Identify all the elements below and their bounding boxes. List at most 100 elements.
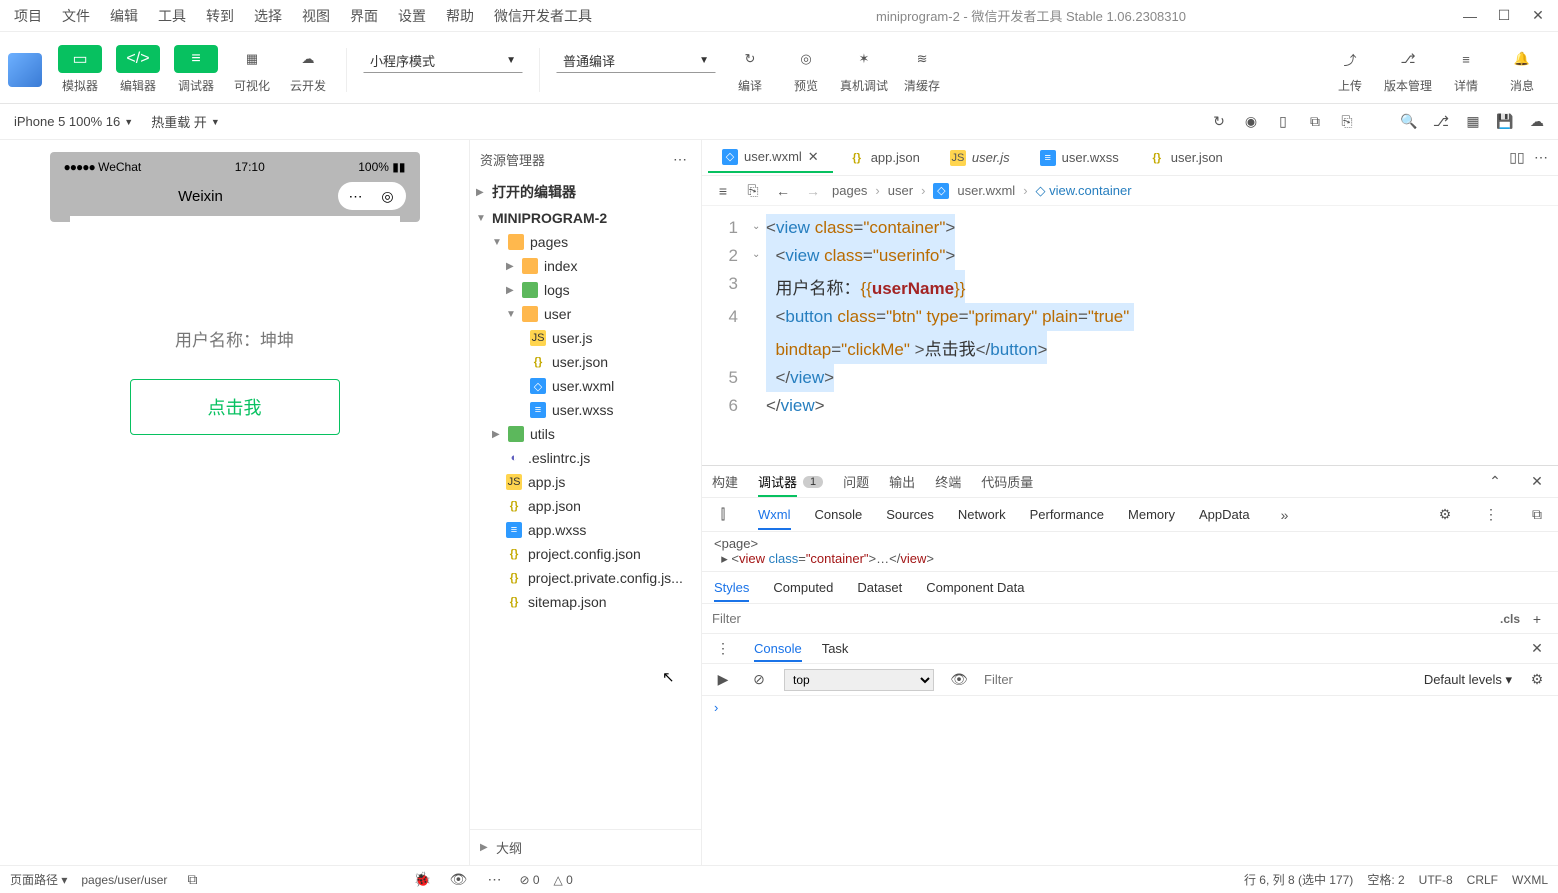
file-app-json[interactable]: {}app.json xyxy=(470,494,701,518)
file-user-wxss[interactable]: ≡user.wxss xyxy=(470,398,701,422)
tab-output[interactable]: 输出 xyxy=(889,472,915,491)
compile-button[interactable]: ↻编译 xyxy=(722,45,778,94)
file-sitemap[interactable]: {}sitemap.json xyxy=(470,590,701,614)
task-tab[interactable]: Task xyxy=(822,641,849,656)
devtab-memory[interactable]: Memory xyxy=(1128,507,1175,522)
close-icon[interactable]: ✕ xyxy=(1526,471,1548,493)
eol[interactable]: CRLF xyxy=(1467,873,1498,887)
file-user-js[interactable]: JSuser.js xyxy=(470,326,701,350)
overflow-icon[interactable]: » xyxy=(1274,504,1296,526)
mode-select[interactable]: 小程序模式▼ xyxy=(363,48,523,73)
dataset-tab[interactable]: Dataset xyxy=(857,580,902,595)
console-tab[interactable]: Console xyxy=(754,641,802,662)
clipboard-icon[interactable]: ⎘ xyxy=(1336,111,1358,133)
style-filter-input[interactable] xyxy=(712,611,1500,626)
visualize-toggle[interactable]: ▦可视化 xyxy=(224,45,280,94)
menu-interface[interactable]: 界面 xyxy=(342,2,386,30)
encoding[interactable]: UTF-8 xyxy=(1419,873,1453,887)
file-app-wxss[interactable]: ≡app.wxss xyxy=(470,518,701,542)
file-user-json[interactable]: {}user.json xyxy=(470,350,701,374)
devtab-appdata[interactable]: AppData xyxy=(1199,507,1250,522)
inspect-icon[interactable]: ⫿ xyxy=(712,504,734,526)
project-root[interactable]: ▼MINIPROGRAM-2 xyxy=(470,206,701,230)
folder-user[interactable]: ▼user xyxy=(470,302,701,326)
refresh-icon[interactable]: ↻ xyxy=(1208,111,1230,133)
devtab-console[interactable]: Console xyxy=(815,507,863,522)
tab-user-js[interactable]: JSuser.js xyxy=(936,144,1024,172)
open-editors-section[interactable]: ▶打开的编辑器 xyxy=(470,178,701,206)
close-button[interactable]: ✕ xyxy=(1530,8,1546,24)
page-path[interactable]: pages/user/user xyxy=(81,873,167,887)
context-select[interactable]: top xyxy=(784,669,934,691)
more-icon[interactable]: ⋯ xyxy=(483,869,505,891)
hotreload-select[interactable]: 热重载 开▼ xyxy=(147,110,224,133)
menu-goto[interactable]: 转到 xyxy=(198,2,242,30)
log-levels[interactable]: Default levels ▾ xyxy=(1424,672,1512,688)
code-editor[interactable]: 1⌄<view class="container"> 2⌄ <view clas… xyxy=(702,206,1558,465)
avatar[interactable] xyxy=(8,53,42,87)
file-app-js[interactable]: JSapp.js xyxy=(470,470,701,494)
close-icon[interactable]: ✕ xyxy=(808,149,819,165)
crumb-file[interactable]: user.wxml xyxy=(957,183,1015,198)
cloud-button[interactable]: ☁云开发 xyxy=(280,45,336,94)
clear-cache-button[interactable]: ≋清缓存 xyxy=(894,45,950,94)
dock-icon[interactable]: ⧉ xyxy=(1526,504,1548,526)
eye-icon[interactable]: 👁 xyxy=(948,669,970,691)
real-device-button[interactable]: ✶真机调试 xyxy=(834,45,894,94)
file-project-config[interactable]: {}project.config.json xyxy=(470,542,701,566)
crumb-symbol[interactable]: ◇ view.container xyxy=(1036,183,1132,199)
tab-user-wxss[interactable]: ≡user.wxss xyxy=(1026,144,1133,172)
branch-icon[interactable]: ⎇ xyxy=(1430,111,1452,133)
tab-quality[interactable]: 代码质量 xyxy=(981,472,1033,491)
more-icon[interactable]: ⋯ xyxy=(669,148,691,170)
tab-issues[interactable]: 问题 xyxy=(843,472,869,491)
tab-user-wxml[interactable]: ◇user.wxml✕ xyxy=(708,143,833,173)
split-editor-icon[interactable]: ▯▯ xyxy=(1506,147,1528,169)
tab-user-json[interactable]: {}user.json xyxy=(1135,144,1237,172)
maximize-button[interactable]: ☐ xyxy=(1496,8,1512,24)
device-icon[interactable]: ▯ xyxy=(1272,111,1294,133)
close-icon[interactable]: ✕ xyxy=(1526,638,1548,660)
computed-tab[interactable]: Computed xyxy=(773,580,833,595)
file-eslintrc[interactable]: ◐.eslintrc.js xyxy=(470,446,701,470)
tab-debugger[interactable]: 调试器 xyxy=(758,472,797,497)
target-icon[interactable]: ◎ xyxy=(378,186,398,206)
page-path-label[interactable]: 页面路径 ▾ xyxy=(10,871,67,888)
folder-pages[interactable]: ▼pages xyxy=(470,230,701,254)
play-icon[interactable]: ▶ xyxy=(712,669,734,691)
more-icon[interactable]: ⋯ xyxy=(1530,147,1552,169)
cursor-position[interactable]: 行 6, 列 8 (选中 177) xyxy=(1244,871,1353,888)
list-icon[interactable]: ≡ xyxy=(712,180,734,202)
wxml-tree[interactable]: <page> ▸ <view class="container">…</view… xyxy=(702,532,1558,572)
version-button[interactable]: ⎇版本管理 xyxy=(1378,45,1438,94)
folder-utils[interactable]: ▶utils xyxy=(470,422,701,446)
devtab-network[interactable]: Network xyxy=(958,507,1006,522)
tab-app-json[interactable]: {}app.json xyxy=(835,144,934,172)
messages-button[interactable]: 🔔消息 xyxy=(1494,45,1550,94)
copy-icon[interactable]: ⧉ xyxy=(181,869,203,891)
crumb-user[interactable]: user xyxy=(888,183,913,198)
tab-build[interactable]: 构建 xyxy=(712,472,738,491)
clear-icon[interactable]: ⊘ xyxy=(748,669,770,691)
search-icon[interactable]: 🔍 xyxy=(1398,111,1420,133)
device-select[interactable]: iPhone 5 100% 16▼ xyxy=(10,112,137,131)
chevron-up-icon[interactable]: ⌃ xyxy=(1484,471,1506,493)
file-project-private[interactable]: {}project.private.config.js... xyxy=(470,566,701,590)
file-user-wxml[interactable]: ◇user.wxml xyxy=(470,374,701,398)
more-icon[interactable]: ⋯ xyxy=(346,186,366,206)
console-filter-input[interactable] xyxy=(984,672,1410,687)
folder-logs[interactable]: ▶logs xyxy=(470,278,701,302)
cls-toggle[interactable]: .cls xyxy=(1500,612,1520,626)
plus-icon[interactable]: + xyxy=(1526,608,1548,630)
menu-wechat-devtools[interactable]: 微信开发者工具 xyxy=(486,2,600,30)
crumb-pages[interactable]: pages xyxy=(832,183,867,198)
menu-file[interactable]: 文件 xyxy=(54,2,98,30)
outline-section[interactable]: ▶大纲 xyxy=(470,829,701,865)
indent-info[interactable]: 空格: 2 xyxy=(1367,871,1404,888)
kebab-icon[interactable]: ⋮ xyxy=(1480,504,1502,526)
menu-settings[interactable]: 设置 xyxy=(390,2,434,30)
menu-help[interactable]: 帮助 xyxy=(438,2,482,30)
bookmark-icon[interactable]: ⎘ xyxy=(742,180,764,202)
console-prompt[interactable]: › xyxy=(702,696,1558,719)
tab-terminal[interactable]: 终端 xyxy=(935,472,961,491)
